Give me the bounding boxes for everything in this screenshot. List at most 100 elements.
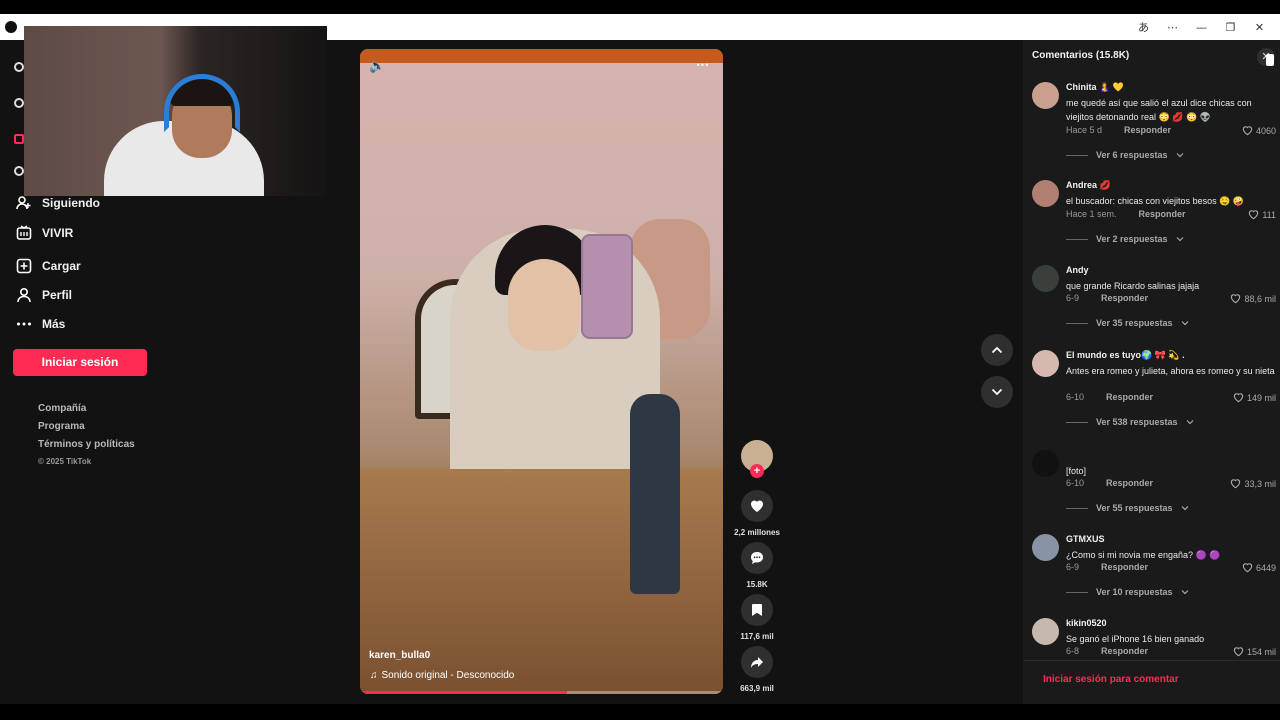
commenter-name[interactable]: kikin0520 <box>1066 618 1107 628</box>
mouse-cursor-icon <box>1266 54 1274 66</box>
comment-meta: Hace 5 d Responder 4060 <box>1066 125 1276 136</box>
sidebar-item-following[interactable]: Siguiendo <box>16 195 100 211</box>
music-note-icon: ♫ <box>370 670 378 681</box>
copyright-text: © 2025 TikTok <box>38 457 92 466</box>
sidebar-item-live[interactable]: VIVIR <box>16 225 73 241</box>
commenter-avatar[interactable] <box>1032 180 1059 207</box>
save-button[interactable] <box>741 594 773 626</box>
maximize-icon[interactable]: ❐ <box>1216 21 1245 34</box>
share-icon <box>751 657 763 668</box>
heart-icon <box>751 500 763 512</box>
people-icon <box>16 196 31 210</box>
comment-time: Hace 1 sem. <box>1066 209 1117 219</box>
app-area: Siguiendo VIVIR Cargar Perfil Más Inicia… <box>0 26 1280 704</box>
comment-like-button[interactable]: 149 mil <box>1233 392 1276 403</box>
comment-meta: 6-10 Responder 149 mil <box>1066 392 1276 403</box>
like-count: 2,2 millones <box>734 528 780 537</box>
comment-like-count: 88,6 mil <box>1244 293 1276 304</box>
reply-button[interactable]: Responder <box>1139 209 1186 219</box>
comment-like-button[interactable]: 88,6 mil <box>1230 293 1276 304</box>
comment-like-button[interactable]: 4060 <box>1242 125 1276 136</box>
comment-like-button[interactable]: 6449 <box>1242 562 1276 573</box>
window-controls: あ ⋯ — ❐ ✕ <box>1129 14 1274 40</box>
translate-icon[interactable]: あ <box>1129 19 1158 35</box>
video-username[interactable]: karen_bulla0 <box>369 650 430 661</box>
share-button[interactable] <box>741 646 773 678</box>
commenter-avatar[interactable] <box>1032 534 1059 561</box>
video-sound[interactable]: ♫ Sonido original - Desconocido <box>370 670 514 681</box>
comment-time: Hace 5 d <box>1066 125 1103 135</box>
commenter-name[interactable]: Andy <box>1066 265 1089 275</box>
view-replies-label: Ver 10 respuestas <box>1096 587 1173 597</box>
sidebar-item-upload[interactable]: Cargar <box>16 258 81 274</box>
next-video-button[interactable] <box>981 376 1013 408</box>
comment-like-count: 149 mil <box>1246 392 1276 403</box>
comment-text: Antes era romeo y julieta, ahora es rome… <box>1066 366 1275 376</box>
comment-like-button[interactable]: 154 mil <box>1233 646 1276 657</box>
reply-button[interactable]: Responder <box>1101 562 1148 572</box>
login-button[interactable]: Iniciar sesión <box>13 349 147 376</box>
comment-like-count: 6449 <box>1255 562 1276 573</box>
commenter-avatar[interactable] <box>1032 265 1059 292</box>
comment-like-button[interactable]: 111 <box>1248 209 1276 220</box>
footer-link-program[interactable]: Programa <box>38 421 135 439</box>
footer-link-terms[interactable]: Términos y políticas <box>38 439 135 457</box>
commenter-avatar[interactable] <box>1032 350 1059 377</box>
chevron-down-icon <box>991 388 1003 396</box>
video-more-icon[interactable]: ⋯ <box>696 57 709 73</box>
share-count: 663,9 mil <box>740 684 774 693</box>
minimize-icon[interactable]: — <box>1187 21 1216 34</box>
close-window-icon[interactable]: ✕ <box>1245 21 1274 34</box>
view-replies-button[interactable]: Ver 2 respuestas <box>1066 234 1184 244</box>
commenter-avatar[interactable] <box>1032 618 1059 645</box>
view-replies-label: Ver 6 respuestas <box>1096 150 1168 160</box>
view-replies-button[interactable]: Ver 6 respuestas <box>1066 150 1184 160</box>
view-replies-button[interactable]: Ver 538 respuestas <box>1066 417 1194 427</box>
comment-text: el buscador: chicas con viejitos besos 🤤… <box>1066 196 1244 206</box>
reply-button[interactable]: Responder <box>1101 293 1148 303</box>
more-options-icon[interactable]: ⋯ <box>1158 21 1187 34</box>
commenter-name[interactable]: El mundo es tuyo🌍 🎀 💫 . <box>1066 350 1185 361</box>
statue <box>630 394 680 594</box>
heart-outline-icon <box>1231 479 1241 489</box>
heart-outline-icon <box>1242 126 1253 136</box>
view-replies-label: Ver 2 respuestas <box>1096 234 1168 244</box>
commenter-avatar[interactable] <box>1032 82 1059 109</box>
comment-like-count: 154 mil <box>1246 646 1276 657</box>
chevron-down-icon <box>1181 321 1188 326</box>
commenter-name[interactable]: Andrea 💋 <box>1066 180 1111 191</box>
comments-title: Comentarios (15.8K) <box>1032 50 1130 61</box>
sidebar-item-profile[interactable]: Perfil <box>16 287 72 303</box>
comment-login-footer: Iniciar sesión para comentar <box>1023 660 1280 704</box>
reply-button[interactable]: Responder <box>1101 646 1148 656</box>
view-replies-button[interactable]: Ver 55 respuestas <box>1066 503 1189 513</box>
reply-button[interactable]: Responder <box>1106 478 1153 488</box>
video-player[interactable]: 🔈 ⋯ karen_bulla0 ♫ Sonido original - Des… <box>360 49 723 694</box>
foryou-icon[interactable] <box>14 62 24 72</box>
footer-link-company[interactable]: Compañía <box>38 403 135 421</box>
comment-button[interactable] <box>741 542 773 574</box>
commenter-name[interactable]: GTMXUS <box>1066 534 1105 544</box>
comment-meta: 6-10 Responder 33,3 mil <box>1066 478 1276 489</box>
bottom-black-strip <box>0 704 1280 720</box>
follow-plus-icon[interactable]: + <box>750 464 764 478</box>
prev-video-button[interactable] <box>981 334 1013 366</box>
search-icon[interactable] <box>14 98 24 108</box>
commenter-name[interactable]: Chinita 🤱 💛 <box>1066 82 1124 93</box>
like-button[interactable] <box>741 490 773 522</box>
volume-icon[interactable]: 🔈 <box>369 58 385 74</box>
sound-label: Sonido original - Desconocido <box>381 670 515 681</box>
view-replies-button[interactable]: Ver 10 respuestas <box>1066 587 1189 597</box>
tiktok-logo-icon <box>5 21 17 33</box>
home-icon[interactable] <box>14 134 24 144</box>
comment-time: 6-8 <box>1066 646 1080 656</box>
save-count: 117,6 mil <box>740 632 774 641</box>
reply-button[interactable]: Responder <box>1124 125 1171 135</box>
view-replies-button[interactable]: Ver 35 respuestas <box>1066 318 1189 328</box>
comment-like-button[interactable]: 33,3 mil <box>1230 478 1276 489</box>
commenter-avatar[interactable] <box>1032 450 1059 477</box>
sidebar-item-more[interactable]: Más <box>16 316 65 332</box>
login-to-comment-link[interactable]: Iniciar sesión para comentar <box>1043 674 1179 685</box>
explore-icon[interactable] <box>14 166 24 176</box>
reply-button[interactable]: Responder <box>1106 392 1153 402</box>
